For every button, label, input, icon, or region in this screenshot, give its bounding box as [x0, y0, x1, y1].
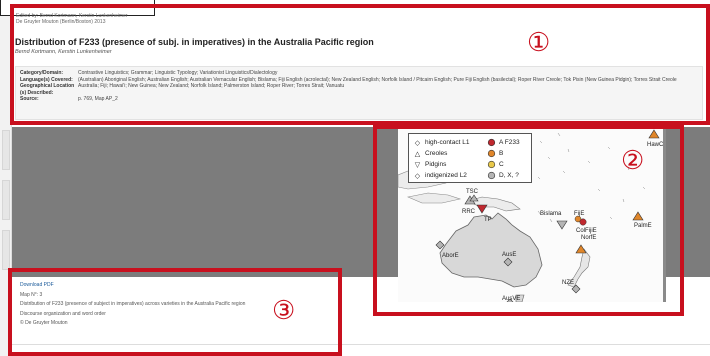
circle-a-icon	[487, 138, 496, 147]
meta-row-source: Source: p. 769, Map AP_2	[20, 96, 698, 103]
label-tp: TP	[484, 217, 492, 223]
meta-value[interactable]: Australia; Fiji; Hawai'i; New Guinea; Ne…	[78, 83, 344, 96]
map-subject[interactable]: Discourse organization and word order	[20, 310, 245, 320]
legend-label: indigenized L2	[425, 172, 467, 179]
circle-b-icon	[487, 149, 496, 158]
map-legend: ◇ high-contact L1 △ Creoles ▽ Pidgins ◇ indi…	[408, 133, 532, 183]
legend-item: △ Creoles	[413, 148, 469, 159]
publisher: © De Gruyter Mouton	[20, 320, 68, 326]
label-norfe: NorfE	[581, 235, 596, 241]
indonesia-outline	[406, 192, 462, 204]
diamond-icon: ◇	[414, 139, 421, 147]
record-header: Distribution of F233 (presence of subj. …	[15, 37, 700, 55]
metadata-table: Category/Domain: Contrastive Linguistics…	[15, 66, 703, 120]
marker-abore	[435, 240, 445, 250]
rail-tab[interactable]	[2, 180, 10, 220]
legend-label: Creoles	[425, 150, 448, 157]
label-colfijie: ColFijiE	[576, 228, 597, 234]
label-ausve: AusVE	[502, 296, 520, 302]
label-fije: FijE	[574, 211, 584, 217]
meta-row-locations: Geographical Location (s) Described: Aus…	[20, 83, 698, 96]
rail-tab[interactable]	[2, 130, 10, 170]
triangle-down-icon: ▽	[414, 161, 421, 169]
circle-d-icon	[487, 171, 496, 180]
callout-2: ②	[621, 146, 645, 176]
callout-3: ③	[272, 296, 296, 326]
callout-1: ①	[527, 28, 551, 58]
legend-item: ▽ Pidgins	[413, 159, 469, 170]
legend-item: B	[487, 148, 520, 159]
legend-label: high-contact L1	[425, 139, 470, 146]
legend-item: ◇ high-contact L1	[413, 137, 470, 148]
legend-item: D, X, ?	[487, 170, 520, 181]
legend-item: A F233	[487, 137, 520, 148]
rail-tab[interactable]	[2, 230, 10, 270]
diamond-icon: ◇	[414, 172, 421, 180]
map-description: Distribution of F233 (presence of subjec…	[20, 301, 246, 307]
legend-item: ◇ indigenized L2	[413, 170, 469, 181]
circle-c-icon	[487, 160, 496, 169]
meta-key: Source:	[20, 96, 39, 102]
download-section: Download PDF Map N°: 3 Distribution of F…	[20, 281, 245, 329]
left-rail	[0, 0, 12, 356]
label-nze: NZE	[562, 280, 574, 286]
label-tsc: TSC	[466, 189, 479, 195]
legend-label: B	[499, 150, 504, 157]
marker-palme	[632, 211, 644, 221]
download-pdf-link[interactable]: Download PDF	[20, 281, 245, 291]
australia-landmass	[439, 212, 543, 288]
record-title: Distribution of F233 (presence of subj. …	[15, 37, 374, 47]
legend-label: C	[499, 161, 504, 168]
marker-norfe	[575, 244, 587, 254]
marker-colfijie	[579, 218, 587, 226]
legend-label: A F233	[499, 139, 520, 146]
label-abore: AborE	[442, 253, 459, 259]
legend-types: ◇ high-contact L1 △ Creoles ▽ Pidgins ◇ indi…	[413, 137, 470, 181]
marker-tp	[476, 204, 488, 214]
legend-item: C	[487, 159, 520, 170]
legend-label: Pidgins	[425, 161, 447, 168]
legend-values: A F233 B C D, X, ?	[487, 137, 520, 181]
label-bislama: Bislama	[540, 211, 562, 217]
citation-publisher: De Gruyter Mouton (Berlin/Boston) 2013	[16, 19, 106, 25]
meta-value: p. 769, Map AP_2	[78, 96, 118, 102]
legend-label: D, X, ?	[499, 172, 519, 179]
label-rrc: RRC	[462, 209, 476, 215]
meta-key: Geographical Location (s) Described:	[20, 83, 75, 96]
divider	[12, 344, 710, 345]
record-authors: Bernd Kortmann, Kerstin Lunkenheimer	[15, 49, 112, 55]
marker-hawc	[648, 129, 660, 139]
label-palme: PalmE	[634, 223, 652, 229]
label-ause: AusE	[502, 252, 516, 258]
map-number: Map N°: 3	[20, 291, 43, 298]
triangle-up-icon: △	[414, 150, 421, 158]
label-hawc: HawC	[647, 142, 664, 148]
citation: Edited by: Bernd Kortmann, Kerstin Lunke…	[16, 13, 127, 25]
marker-bislama	[556, 220, 568, 230]
